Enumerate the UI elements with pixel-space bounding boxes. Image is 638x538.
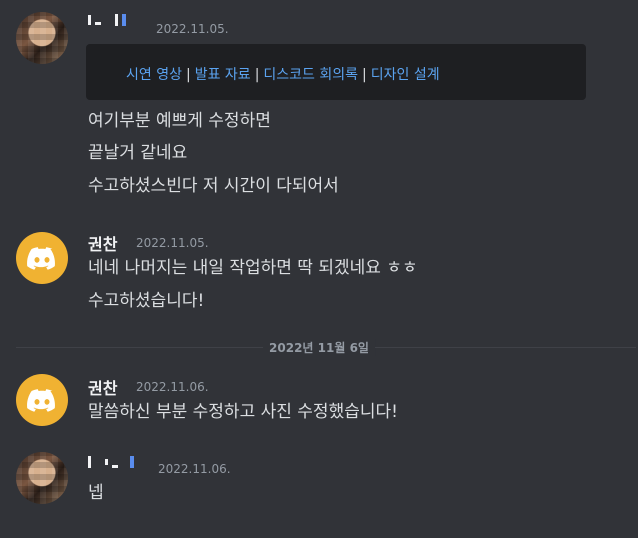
timestamp[interactable]: 2022.11.05. <box>136 236 209 250</box>
avatar[interactable] <box>16 374 68 426</box>
links-embed: 시연 영상 | 발표 자료 | 디스코드 회의록 | 디자인 설계 <box>86 44 586 100</box>
avatar[interactable] <box>16 452 68 504</box>
avatar[interactable] <box>16 12 68 64</box>
username[interactable]: 권찬 <box>88 231 117 255</box>
message-line: 넵 <box>88 483 104 503</box>
link-discord-minutes[interactable]: 디스코드 회의록 <box>263 67 358 83</box>
username-obscured[interactable] <box>88 14 126 26</box>
timestamp[interactable]: 2022.11.05. <box>156 22 229 36</box>
message-line: 여기부분 예쁘게 수정하면 <box>88 111 271 131</box>
link-demo-video[interactable]: 시연 영상 <box>126 67 182 83</box>
link-presentation[interactable]: 발표 자료 <box>195 67 251 83</box>
message-line: 네네 나머지는 내일 작업하면 딱 되겠네요 ㅎㅎ <box>88 258 418 278</box>
embed-links: 시연 영상 | 발표 자료 | 디스코드 회의록 | 디자인 설계 <box>126 67 440 83</box>
message-line: 끝날거 같네요 <box>88 143 188 163</box>
link-design[interactable]: 디자인 설계 <box>371 67 440 83</box>
message-line: 말씀하신 부분 수정하고 사진 수정했습니다! <box>88 402 398 422</box>
discord-logo-icon <box>27 388 55 412</box>
avatar[interactable] <box>16 232 68 284</box>
timestamp[interactable]: 2022.11.06. <box>136 380 209 394</box>
date-divider: 2022년 11월 6일 <box>263 339 375 356</box>
message-line: 수고하셨습니다! <box>88 291 205 311</box>
message-line: 수고하셨스빈다 저 시간이 다되어서 <box>88 176 339 196</box>
timestamp[interactable]: 2022.11.06. <box>158 462 231 476</box>
discord-logo-icon <box>27 246 55 270</box>
username-obscured[interactable] <box>88 456 134 468</box>
username[interactable]: 권찬 <box>88 375 117 399</box>
